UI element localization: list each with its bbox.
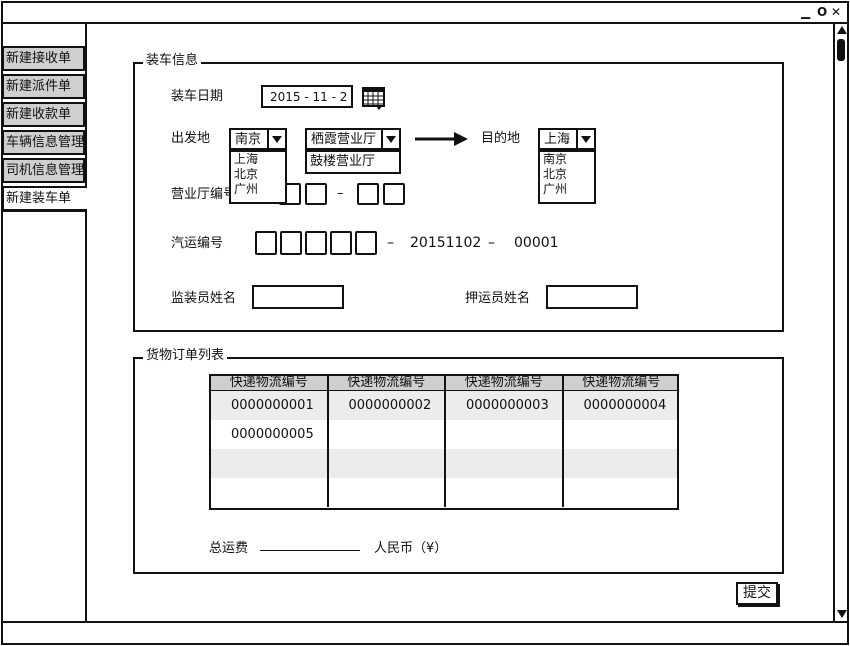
transport-code-digit[interactable] [255, 231, 277, 255]
dropdown-option[interactable]: 广州 [540, 182, 594, 197]
tab-new-payment[interactable]: 新建收款单 [2, 102, 85, 127]
hall-code-label: 营业厅编号 [171, 187, 237, 202]
destination-city-value: 上海 [544, 132, 571, 147]
minimize-icon[interactable]: ▁ [801, 4, 810, 20]
tab-driver-management[interactable]: 司机信息管理 [2, 158, 85, 183]
table-cell[interactable] [444, 420, 563, 449]
table-cell[interactable]: 0000000003 [444, 390, 563, 420]
chevron-down-icon[interactable] [381, 130, 399, 148]
table-cell[interactable]: 0000000005 [211, 420, 328, 449]
loading-info-legend: 装车信息 [143, 53, 202, 69]
tab-new-delivery[interactable]: 新建派件单 [2, 74, 85, 99]
escort-input[interactable] [546, 285, 638, 309]
orders-table-frame: 快递物流编号 快递物流编号 快递物流编号 快递物流编号 0000000001 0… [209, 374, 679, 510]
table-cell[interactable] [444, 478, 563, 507]
table-row[interactable] [211, 449, 677, 478]
table-cell[interactable] [211, 478, 328, 507]
origin-hall-value: 栖霞营业厅 [311, 132, 377, 147]
origin-label: 出发地 [171, 131, 211, 146]
table-row[interactable]: 0000000001 0000000002 0000000003 0000000… [211, 390, 677, 420]
loading-date-value: 2015 - 11 - 2 [270, 90, 348, 104]
destination-city-select[interactable]: 上海 [538, 128, 596, 150]
dropdown-option[interactable]: 上海 [231, 152, 285, 167]
table-cell[interactable]: 0000000001 [211, 390, 328, 420]
hall-code-digit[interactable] [383, 183, 405, 205]
table-cell[interactable]: 0000000004 [561, 390, 677, 420]
table-header: 快递物流编号 [561, 376, 677, 391]
table-header: 快递物流编号 [326, 376, 445, 391]
supervisor-label: 监装员姓名 [171, 291, 237, 306]
origin-city-dropdown-overlay[interactable]: 上海 北京 广州 [229, 150, 287, 204]
currency-label: 人民币（¥） [374, 541, 448, 556]
table-cell[interactable] [444, 449, 563, 478]
hall-code-digit[interactable] [357, 183, 379, 205]
dropdown-option[interactable]: 广州 [231, 182, 285, 197]
escort-label: 押运员姓名 [465, 291, 531, 306]
dropdown-option[interactable]: 北京 [231, 167, 285, 182]
orders-legend: 货物订单列表 [143, 348, 228, 364]
tab-new-loading[interactable]: 新建装车单 [2, 186, 87, 211]
table-cell[interactable]: 0000000002 [326, 390, 445, 420]
destination-city-dropdown[interactable]: 南京 北京 广州 [538, 150, 596, 204]
transport-code-serial: 00001 [514, 235, 559, 251]
supervisor-input[interactable] [252, 285, 344, 309]
scroll-down-icon[interactable] [837, 610, 847, 618]
title-bar [3, 3, 847, 24]
content-border [85, 24, 87, 621]
origin-city-value: 南京 [235, 132, 262, 147]
table-cell[interactable] [561, 420, 677, 449]
origin-city-select[interactable]: 南京 [229, 128, 287, 150]
total-fee-field[interactable] [260, 550, 360, 551]
table-cell[interactable] [211, 449, 328, 478]
table-cell[interactable] [326, 478, 445, 507]
loading-date-field[interactable]: 2015 - 11 - 2 [261, 85, 353, 108]
vertical-scrollbar[interactable] [833, 24, 847, 621]
transport-code-date: 20151102 [410, 235, 482, 251]
dropdown-option[interactable]: 南京 [540, 152, 594, 167]
table-cell[interactable] [561, 478, 677, 507]
table-header: 快递物流编号 [211, 376, 328, 391]
calendar-icon[interactable] [362, 86, 385, 110]
hall-code-separator: – [337, 186, 344, 201]
submit-button[interactable]: 提交 [736, 582, 778, 605]
status-bar-divider [3, 621, 847, 623]
maximize-icon[interactable]: O [817, 4, 827, 20]
tab-new-receipt[interactable]: 新建接收单 [2, 46, 85, 71]
table-row[interactable]: 0000000005 [211, 420, 677, 449]
scroll-thumb[interactable] [837, 39, 845, 61]
hall-code-digit[interactable] [305, 183, 327, 205]
total-fee-label: 总运费 [209, 541, 249, 556]
destination-label: 目的地 [481, 131, 521, 146]
loading-date-label: 装车日期 [171, 89, 224, 104]
scroll-up-icon[interactable] [837, 26, 847, 34]
dropdown-option[interactable]: 鼓楼营业厅 [307, 152, 399, 172]
table-cell[interactable] [561, 449, 677, 478]
transport-code-separator: – [387, 235, 394, 251]
close-icon[interactable]: ✕ [831, 4, 841, 20]
table-header: 快递物流编号 [444, 376, 563, 391]
table-row[interactable] [211, 478, 677, 507]
tab-vehicle-management[interactable]: 车辆信息管理 [2, 130, 85, 155]
transport-code-digit[interactable] [280, 231, 302, 255]
table-cell[interactable] [326, 420, 445, 449]
transport-code-digit[interactable] [305, 231, 327, 255]
orders-table: 快递物流编号 快递物流编号 快递物流编号 快递物流编号 0000000001 0… [211, 376, 677, 507]
tab-underline [2, 210, 86, 212]
arrow-right-icon [414, 130, 469, 148]
transport-code-label: 汽运编号 [171, 236, 224, 251]
transport-code-separator: – [488, 235, 495, 251]
transport-code-digit[interactable] [355, 231, 377, 255]
table-cell[interactable] [326, 449, 445, 478]
origin-hall-dropdown[interactable]: 鼓楼营业厅 [305, 150, 401, 174]
chevron-down-icon[interactable] [267, 130, 285, 148]
dropdown-option[interactable]: 北京 [540, 167, 594, 182]
chevron-down-icon[interactable] [576, 130, 594, 148]
transport-code-digit[interactable] [330, 231, 352, 255]
origin-hall-select[interactable]: 栖霞营业厅 [305, 128, 401, 150]
